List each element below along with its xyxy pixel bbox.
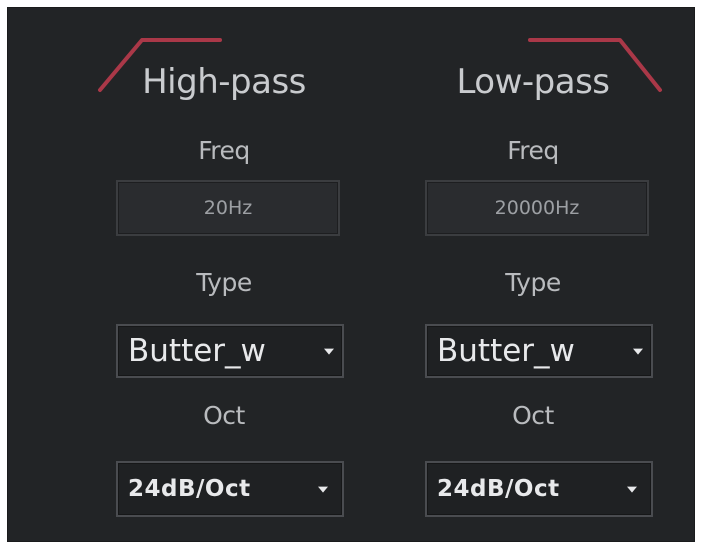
lowpass-freq-label: Freq (507, 136, 559, 165)
highpass-freq-input[interactable] (116, 180, 340, 236)
lowpass-oct-dropdown[interactable]: 24dB/Oct (425, 461, 653, 517)
highpass-oct-value: 24dB/Oct (128, 476, 251, 502)
highpass-title: High-pass (142, 62, 306, 102)
lowpass-type-dropdown[interactable]: Butter_w (425, 324, 653, 378)
highpass-type-dropdown[interactable]: Butter_w (116, 324, 344, 378)
lowpass-oct-value: 24dB/Oct (437, 476, 560, 502)
highpass-oct-label: Oct (203, 401, 245, 430)
chevron-down-icon (633, 348, 643, 355)
lowpass-type-value: Butter_w (437, 333, 575, 369)
highpass-type-value: Butter_w (128, 333, 266, 369)
lowpass-type-label: Type (505, 268, 561, 297)
chevron-down-icon (627, 486, 637, 493)
highpass-type-label: Type (196, 268, 252, 297)
lowpass-freq-input[interactable] (425, 180, 649, 236)
highpass-oct-dropdown[interactable]: 24dB/Oct (116, 461, 344, 517)
filter-panel: High-pass Freq Type Butter_w Oct 24dB/Oc… (8, 8, 694, 541)
highpass-freq-label: Freq (198, 136, 250, 165)
lowpass-oct-label: Oct (512, 401, 554, 430)
chevron-down-icon (324, 348, 334, 355)
chevron-down-icon (318, 486, 328, 493)
lowpass-title: Low-pass (456, 62, 610, 102)
